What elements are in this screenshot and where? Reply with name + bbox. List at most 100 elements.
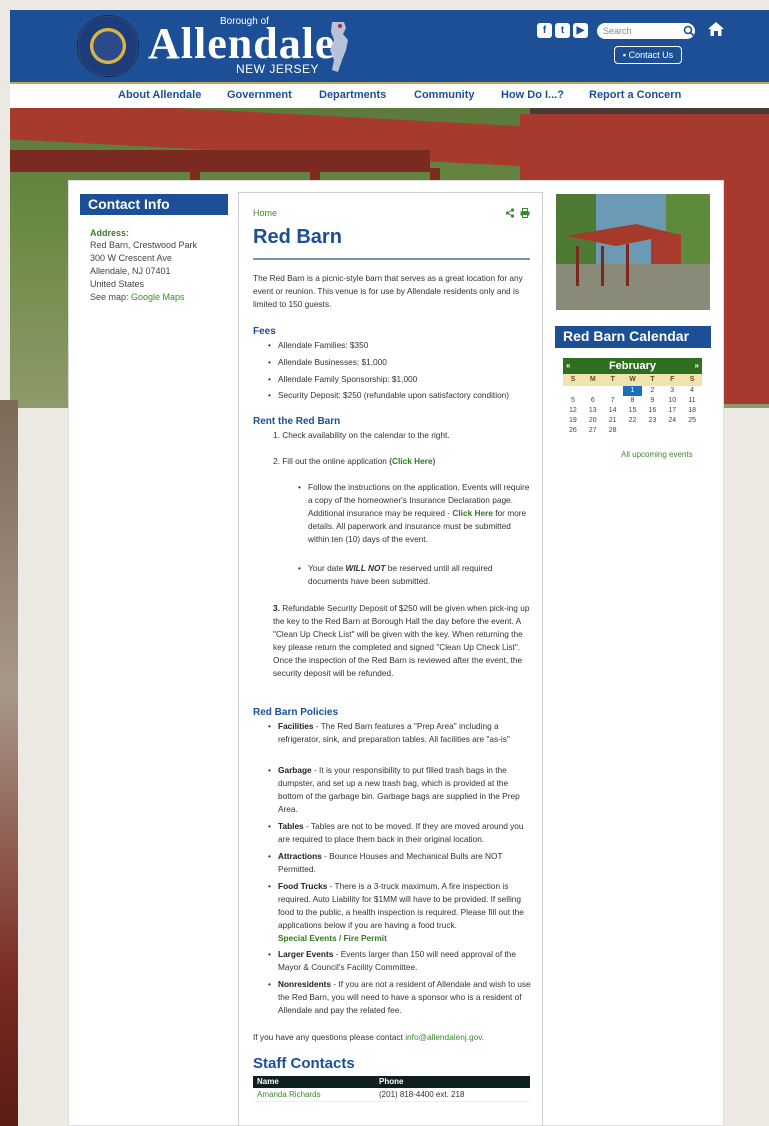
borough-seal-logo[interactable] [77,15,139,77]
next-month-button[interactable]: » [695,358,699,374]
contact-info-heading: Contact Info [80,194,228,215]
policy-text: - It is your responsibility to put fille… [278,765,520,814]
youtube-icon[interactable]: ▶ [573,23,588,38]
calendar-day[interactable]: 19 [563,416,583,426]
calendar-day[interactable]: 23 [642,416,662,426]
calendar-week: 19 20 21 22 23 24 25 [563,416,702,426]
title-divider [253,258,530,260]
rent-step-1: 1. Check availability on the calendar to… [273,430,450,440]
red-barn-illustration [556,194,710,310]
calendar-day[interactable]: 2 [642,386,662,396]
nav-government[interactable]: Government [227,89,292,101]
staff-name-link[interactable]: Amanda Richards [257,1090,321,1099]
address-line: Red Barn, Crestwood Park [90,240,198,250]
nav-community[interactable]: Community [414,89,475,101]
policy-item: Attractions - Bounce Houses and Mechanic… [268,850,532,876]
nav-how-do-i[interactable]: How Do I...? [501,89,564,101]
online-application-link[interactable]: (Click Here) [389,456,435,466]
special-events-fire-permit-link[interactable]: Special Events / Fire Permit [278,933,387,943]
policy-item: Tables - Tables are not to be moved. If … [268,820,532,846]
red-barn-photo [556,194,710,310]
share-icon[interactable] [505,208,515,218]
home-icon[interactable] [707,20,725,38]
breadcrumb-home[interactable]: Home [253,208,277,218]
calendar-day[interactable]: 11 [682,396,702,406]
calendar-day[interactable]: 6 [583,396,603,406]
rent-step-3-text: Refundable Security Deposit of $250 will… [273,603,530,678]
rent-substep-text: Your date [308,563,346,573]
policy-title: Attractions [278,851,322,861]
address-line: United States [90,279,145,289]
insurance-click-here-link[interactable]: Click Here [452,508,493,518]
calendar-day[interactable]: 12 [563,406,583,416]
calendar-day[interactable]: 14 [603,406,623,416]
calendar-day[interactable]: 4 [682,386,702,396]
calendar-day[interactable]: 22 [623,416,643,426]
calendar-grid: 1 2 3 4 5 6 7 8 9 10 11 12 13 14 15 16 17 18 19 20 21 22 23 24 2… [563,386,702,436]
calendar-day[interactable]: 5 [563,396,583,406]
table-header-row: Name Phone [253,1076,530,1088]
calendar-day[interactable]: 1 [622,386,643,396]
will-not-emphasis: WILL NOT [345,563,386,573]
nav-about-allendale[interactable]: About Allendale [118,89,201,101]
twitter-icon[interactable]: t [555,23,570,38]
logo-state: NEW JERSEY [236,62,320,76]
nav-departments[interactable]: Departments [319,89,386,101]
facebook-icon[interactable]: f [537,23,552,38]
calendar-day [682,426,702,436]
calendar-week: 26 27 28 [563,426,702,436]
calendar-day [623,426,643,436]
column-header-name: Name [257,1077,279,1086]
prev-month-button[interactable]: « [566,358,570,374]
rent-step-3: 3. Refundable Security Deposit of $250 w… [273,602,535,680]
questions-text: If you have any questions please contact [253,1032,406,1042]
calendar-day[interactable]: 25 [682,416,702,426]
calendar-widget: « February » S M T W T F S 1 2 3 4 5 6 7 8 9 10 11… [563,358,702,436]
calendar-day[interactable]: 27 [583,426,603,436]
see-map-line: See map: Google Maps [90,292,185,302]
search-icon[interactable] [683,24,695,38]
google-maps-link[interactable]: Google Maps [131,292,185,302]
email-link[interactable]: info@allendalenj.gov [405,1032,482,1042]
calendar-day[interactable]: 8 [623,396,643,406]
intro-paragraph: The Red Barn is a picnic-style barn that… [253,273,523,309]
calendar-day[interactable]: 21 [603,416,623,426]
calendar-day[interactable]: 20 [583,416,603,426]
calendar-day[interactable]: 17 [662,406,682,416]
calendar-day[interactable]: 15 [623,406,643,416]
calendar-weekday-row: S M T W T F S [563,374,702,386]
policy-title: Facilities [278,721,314,731]
all-upcoming-events-link[interactable]: All upcoming events [621,450,693,459]
weekday-label: T [610,376,615,383]
calendar-day [563,386,583,396]
rent-substep: Follow the instructions on the applicati… [298,481,530,546]
policy-title: Nonresidents [278,979,332,989]
nav-report-a-concern[interactable]: Report a Concern [589,89,681,101]
questions-line: If you have any questions please contact… [253,1031,538,1044]
policy-title: Garbage [278,765,312,775]
policy-text: - Tables are not to be moved. If they ar… [278,821,524,844]
policy-item: Facilities - The Red Barn features a "Pr… [268,720,532,746]
calendar-day[interactable]: 18 [682,406,702,416]
calendar-day[interactable]: 7 [603,396,623,406]
search-input[interactable] [597,23,695,39]
contact-us-button[interactable]: ▪ Contact Us [614,46,682,64]
staff-contacts-heading: Staff Contacts [253,1055,355,1072]
calendar-day[interactable]: 13 [583,406,603,416]
rent-heading: Rent the Red Barn [253,416,341,427]
rent-step-3-number: 3. [273,603,280,613]
fee-item: Allendale Families: $350 [268,339,368,352]
calendar-day[interactable]: 28 [603,426,623,436]
rent-step-2: 2. Fill out the online application (Clic… [273,455,535,468]
print-icon[interactable] [520,208,530,218]
calendar-day[interactable]: 10 [662,396,682,406]
calendar-day[interactable]: 24 [662,416,682,426]
calendar-day[interactable]: 3 [662,386,682,396]
policy-item: Nonresidents - If you are not a resident… [268,978,532,1017]
weekday-label: S [689,376,695,383]
fee-item: Security Deposit: $250 (refundable upon … [268,389,540,402]
weekday-label: S [570,376,576,383]
calendar-day[interactable]: 16 [642,406,662,416]
calendar-day[interactable]: 26 [563,426,583,436]
calendar-day[interactable]: 9 [642,396,662,406]
